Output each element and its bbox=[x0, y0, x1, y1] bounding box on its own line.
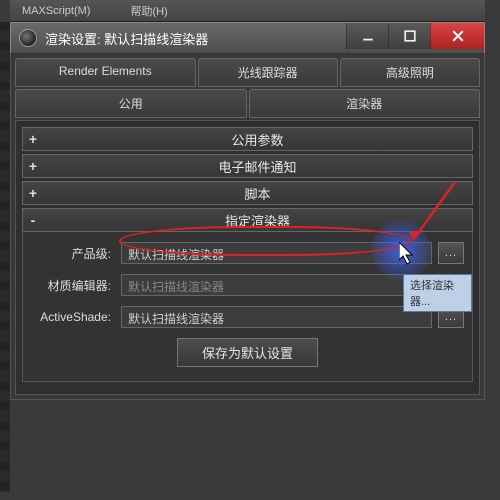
row-activeshade: ActiveShade: 默认扫描线渲染器 ... bbox=[31, 306, 464, 328]
tabs-row-2: 公用 渲染器 bbox=[15, 89, 480, 118]
rollout-scripts[interactable]: + 脚本 bbox=[22, 181, 473, 205]
window-title: 渲染设置: 默认扫描线渲染器 bbox=[45, 29, 208, 48]
row-production: 产品级: 默认扫描线渲染器 ... bbox=[31, 242, 464, 264]
menu-maxscript[interactable]: MAXScript(M) bbox=[22, 5, 90, 17]
expand-icon: + bbox=[23, 185, 43, 201]
client-area: Render Elements 光线跟踪器 高级照明 公用 渲染器 + 公用参数… bbox=[10, 54, 485, 400]
panel-body: + 公用参数 + 电子邮件通知 + 脚本 - 指定渲染器 产品级: 默认扫描线渲… bbox=[15, 120, 480, 395]
label-material-editor: 材质编辑器: bbox=[31, 277, 121, 294]
expand-icon: + bbox=[23, 131, 43, 147]
label-activeshade: ActiveShade: bbox=[31, 310, 121, 324]
input-production-renderer[interactable]: 默认扫描线渲染器 bbox=[121, 242, 432, 264]
choose-production-button[interactable]: ... bbox=[438, 242, 464, 264]
save-default-button[interactable]: 保存为默认设置 bbox=[177, 338, 318, 367]
save-row: 保存为默认设置 bbox=[31, 338, 464, 367]
input-activeshade-renderer[interactable]: 默认扫描线渲染器 bbox=[121, 306, 432, 328]
collapse-icon: - bbox=[23, 212, 43, 228]
app-icon bbox=[19, 29, 37, 47]
dialog-window: MAXScript(M) 帮助(H) 渲染设置: 默认扫描线渲染器 Render… bbox=[10, 0, 485, 400]
maximize-button[interactable] bbox=[388, 23, 430, 49]
tabs-row-1: Render Elements 光线跟踪器 高级照明 bbox=[15, 58, 480, 87]
tab-advanced-lighting[interactable]: 高级照明 bbox=[340, 58, 480, 87]
title-bar: 渲染设置: 默认扫描线渲染器 bbox=[10, 22, 485, 54]
expand-icon: + bbox=[23, 158, 43, 174]
rollout-title: 电子邮件通知 bbox=[43, 157, 472, 176]
choose-material-editor-button[interactable]: ... bbox=[438, 274, 464, 296]
rollout-title: 公用参数 bbox=[43, 130, 472, 149]
tab-renderer[interactable]: 渲染器 bbox=[249, 89, 481, 118]
rollout-common-params[interactable]: + 公用参数 bbox=[22, 127, 473, 151]
rollout-title: 指定渲染器 bbox=[43, 211, 472, 230]
tab-render-elements[interactable]: Render Elements bbox=[15, 58, 196, 87]
choose-activeshade-button[interactable]: ... bbox=[438, 306, 464, 328]
row-material-editor: 材质编辑器: 默认扫描线渲染器 ... bbox=[31, 274, 464, 296]
rollout-title: 脚本 bbox=[43, 184, 472, 203]
menu-help[interactable]: 帮助(H) bbox=[130, 3, 167, 19]
close-button[interactable] bbox=[430, 23, 484, 49]
minimize-button[interactable] bbox=[346, 23, 388, 49]
input-material-editor-renderer: 默认扫描线渲染器 bbox=[121, 274, 432, 296]
window-buttons bbox=[346, 23, 484, 49]
label-production: 产品级: bbox=[31, 245, 121, 262]
left-app-strip bbox=[0, 22, 10, 492]
rollout-assign-renderer[interactable]: - 指定渲染器 bbox=[22, 208, 473, 232]
assign-renderer-body: 产品级: 默认扫描线渲染器 ... 材质编辑器: 默认扫描线渲染器 ... Ac… bbox=[22, 232, 473, 382]
menu-bar: MAXScript(M) 帮助(H) bbox=[10, 0, 485, 22]
rollout-email[interactable]: + 电子邮件通知 bbox=[22, 154, 473, 178]
tab-raytracer[interactable]: 光线跟踪器 bbox=[198, 58, 338, 87]
tab-common[interactable]: 公用 bbox=[15, 89, 247, 118]
